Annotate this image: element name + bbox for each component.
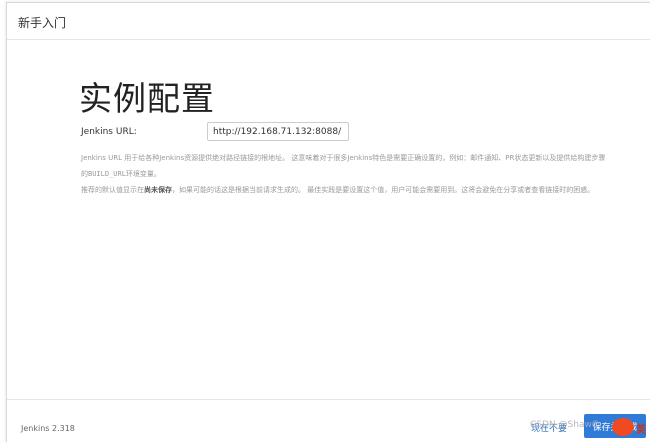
dialog-header: 新手入门 — [7, 3, 650, 40]
watermark-logo-icon — [612, 418, 634, 436]
jenkins-version: Jenkins 2.318 — [21, 424, 75, 433]
not-saved-emphasis: 尚未保存 — [144, 186, 172, 194]
watermark-badge: 英 — [636, 425, 646, 436]
help-text-2b: ，如果可能的话这是根据当前请求生成的。 最佳实践是要设置这个值，用户可能会需要用… — [172, 186, 595, 194]
help-text: Jenkins URL 用于给各种Jenkins资源提供绝对路径链接的根地址。 … — [81, 150, 611, 198]
jenkins-url-input[interactable] — [207, 122, 349, 141]
csdn-watermark: CSDN @ShawC — [530, 420, 599, 430]
dialog-title: 新手入门 — [18, 16, 67, 30]
setup-dialog: 新手入门 实例配置 Jenkins URL: Jenkins URL 用于给各种… — [6, 2, 650, 442]
page-title: 实例配置 — [79, 79, 215, 118]
help-text-2a: 推荐的默认值显示在 — [81, 186, 144, 194]
help-paragraph-2: 推荐的默认值显示在尚未保存，如果可能的话这是根据当前请求生成的。 最佳实践是要设… — [81, 182, 611, 198]
build-url-code: BUILD_URL — [88, 170, 126, 178]
help-text-1b: 环境变量。 — [125, 170, 161, 178]
help-paragraph-1: Jenkins URL 用于给各种Jenkins资源提供绝对路径链接的根地址。 … — [81, 150, 611, 182]
jenkins-url-label: Jenkins URL: — [81, 127, 137, 137]
